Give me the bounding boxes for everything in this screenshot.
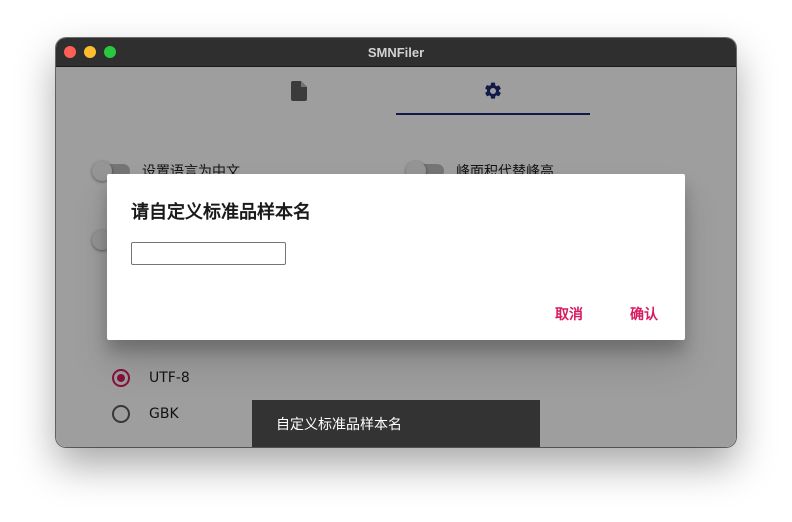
- confirm-button[interactable]: 确认: [622, 298, 666, 330]
- rename-standard-sample-dialog: 请自定义标准品样本名 取消 确认: [107, 174, 685, 340]
- cancel-button[interactable]: 取消: [547, 298, 591, 330]
- title-bar[interactable]: SMNFiler: [56, 38, 736, 67]
- main-content: 设置语言为中文 峰面积代替峰高 UTF-8 GBK 自定义标准品样本名 请自定义…: [56, 67, 736, 447]
- dialog-title: 请自定义标准品样本名: [131, 202, 311, 223]
- app-window: SMNFiler 设置语言为中文 峰面积代替峰高 UTF-8 GBK 自定义标准…: [56, 38, 736, 447]
- snackbar-label: 自定义标准品样本名: [276, 417, 402, 433]
- sample-name-input[interactable]: [131, 242, 286, 265]
- snackbar: 自定义标准品样本名: [252, 400, 540, 447]
- window-title: SMNFiler: [367, 45, 425, 60]
